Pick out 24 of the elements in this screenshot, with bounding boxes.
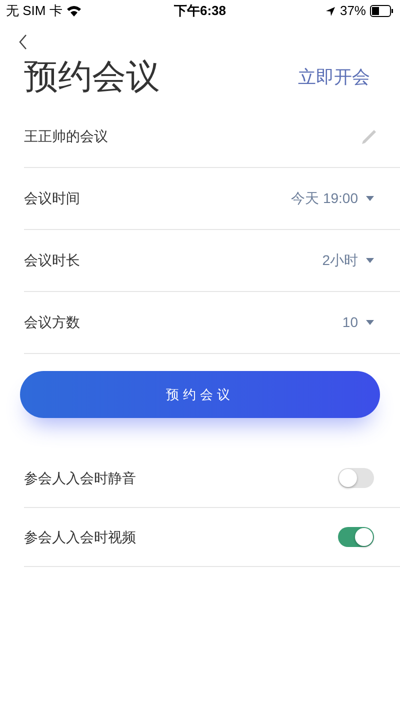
toggle-label: 参会人入会时静音: [24, 468, 136, 488]
setting-label: 会议时长: [24, 251, 80, 270]
battery-icon: [370, 5, 394, 17]
meeting-name-field[interactable]: 王正帅的会议: [24, 126, 108, 147]
book-meeting-button[interactable]: 预约会议: [20, 371, 380, 418]
location-arrow-icon: [324, 6, 336, 16]
carrier-label: 无 SIM 卡: [6, 2, 62, 20]
toggle-switch[interactable]: [338, 527, 374, 547]
back-icon[interactable]: [18, 34, 28, 50]
wifi-icon: [66, 5, 82, 17]
start-now-link[interactable]: 立即开会: [298, 64, 370, 90]
page-title: 预约会议: [24, 56, 160, 98]
caret-down-icon: [366, 320, 374, 325]
battery-percent: 37%: [340, 2, 366, 20]
setting-dropdown[interactable]: 10: [342, 312, 374, 333]
setting-label: 会议方数: [24, 313, 80, 332]
toggle-switch[interactable]: [338, 468, 374, 488]
caret-down-icon: [366, 196, 374, 201]
clock: 下午6:38: [174, 2, 226, 20]
caret-down-icon: [366, 258, 374, 263]
setting-dropdown[interactable]: 2小时: [322, 250, 374, 271]
setting-label: 会议时间: [24, 189, 80, 208]
toggle-label: 参会人入会时视频: [24, 528, 136, 546]
setting-dropdown[interactable]: 今天 19:00: [291, 188, 374, 209]
